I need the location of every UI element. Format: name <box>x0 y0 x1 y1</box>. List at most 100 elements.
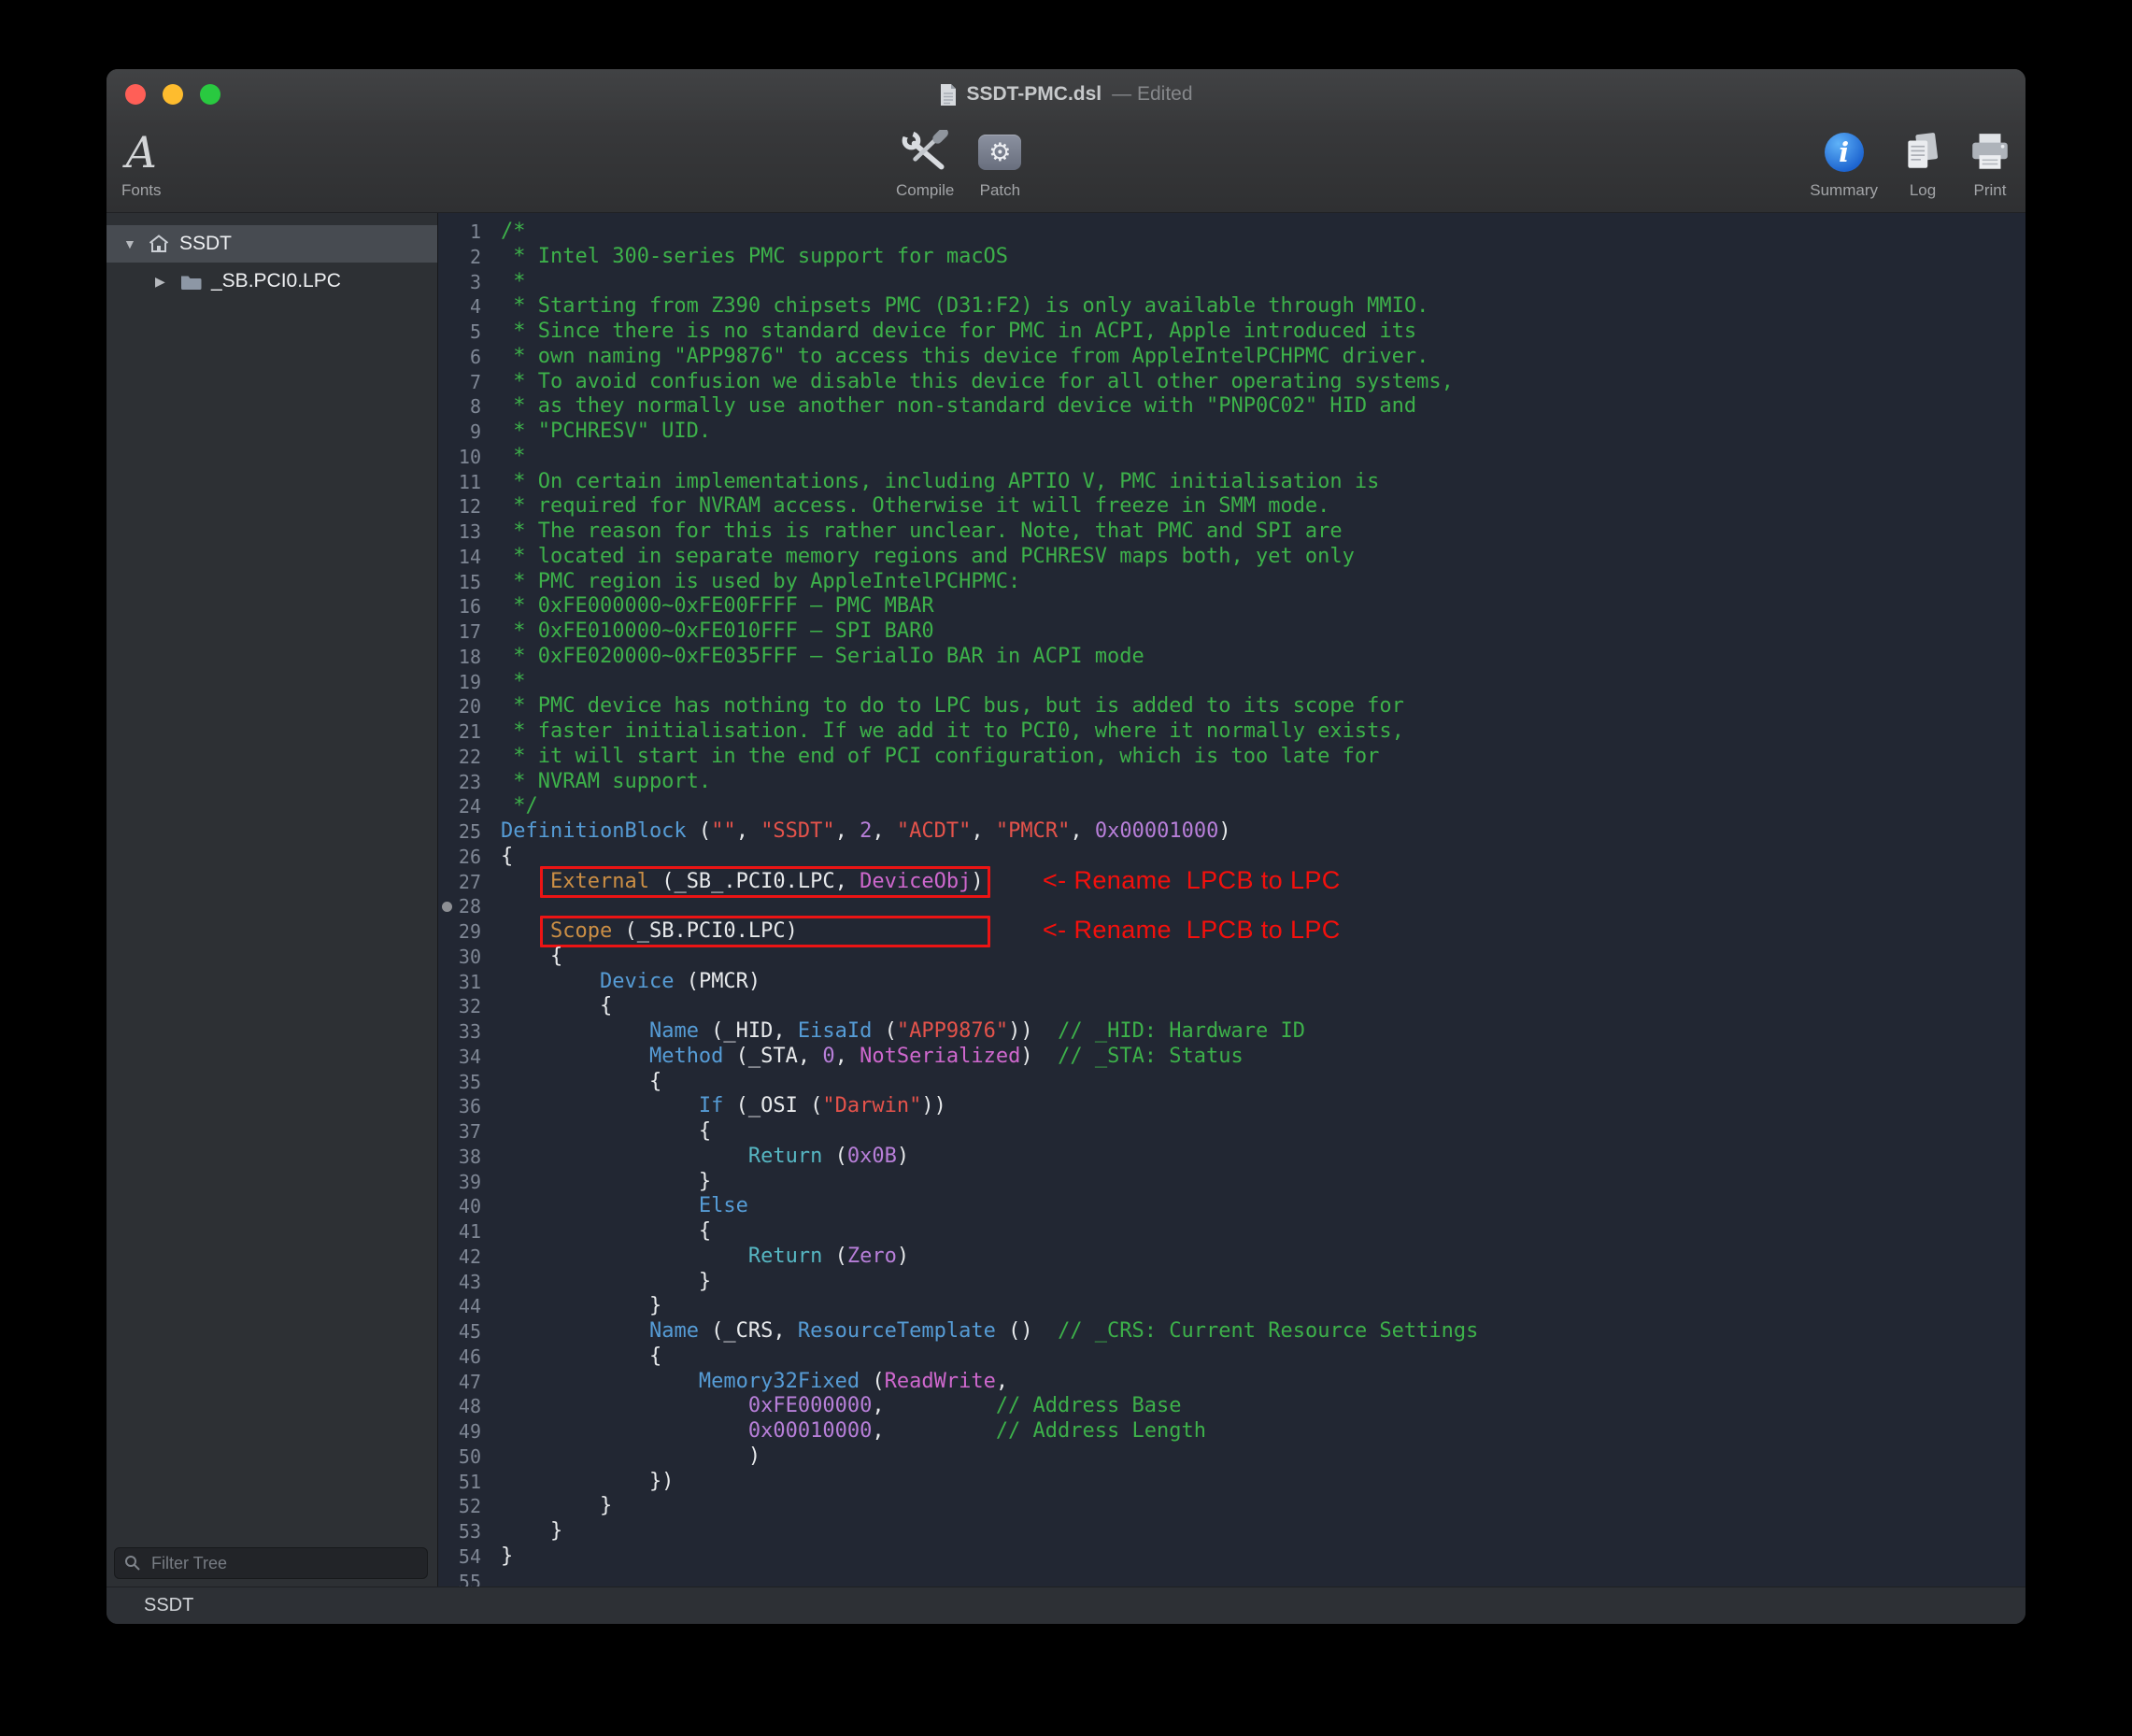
fonts-label: Fonts <box>121 181 162 200</box>
folder-icon <box>179 273 202 291</box>
filter-tree-input[interactable] <box>149 1553 418 1574</box>
code-editor[interactable]: 1/*2 * Intel 300-series PMC support for … <box>438 213 2025 1587</box>
line-number: 16 <box>438 594 481 619</box>
code-line[interactable]: 47 Memory32Fixed (ReadWrite, <box>438 1370 2025 1395</box>
code-line[interactable]: 35 { <box>438 1070 2025 1095</box>
code-line[interactable]: 54} <box>438 1544 2025 1570</box>
code-line[interactable]: 32 { <box>438 994 2025 1019</box>
line-number: 35 <box>438 1070 481 1095</box>
sidebar-item-ssdt[interactable]: ▼ SSDT <box>107 225 437 263</box>
code-line[interactable]: 36 If (_OSI ("Darwin")) <box>438 1094 2025 1119</box>
code-line[interactable]: 33 Name (_HID, EisaId ("APP9876")) // _H… <box>438 1019 2025 1045</box>
line-number: 25 <box>438 819 481 845</box>
print-button[interactable]: Print <box>1968 125 2012 200</box>
line-number: 42 <box>438 1245 481 1270</box>
sidebar-item-label: SSDT <box>179 233 232 255</box>
code-line[interactable]: 11 * On certain implementations, includi… <box>438 470 2025 495</box>
line-number: 2 <box>438 245 481 270</box>
code-line[interactable]: 17 * 0xFE010000~0xFE010FFF — SPI BAR0 <box>438 619 2025 645</box>
code-line[interactable]: 8 * as they normally use another non-sta… <box>438 394 2025 420</box>
code-line[interactable]: 24 */ <box>438 794 2025 819</box>
line-number: 30 <box>438 945 481 970</box>
line-number: 40 <box>438 1194 481 1219</box>
line-number: 32 <box>438 994 481 1019</box>
code-line[interactable]: 3 * <box>438 270 2025 295</box>
line-number: 20 <box>438 694 481 719</box>
code-line[interactable]: 2 * Intel 300-series PMC support for mac… <box>438 245 2025 270</box>
log-icon <box>1900 131 1945 174</box>
code-line[interactable]: 25DefinitionBlock ("", "SSDT", 2, "ACDT"… <box>438 819 2025 845</box>
code-line[interactable]: 39 } <box>438 1170 2025 1195</box>
highlight-rectangle <box>540 916 990 947</box>
fonts-icon: A <box>126 131 157 174</box>
code-line[interactable]: 40 Else <box>438 1194 2025 1219</box>
code-line[interactable]: 7 * To avoid confusion we disable this d… <box>438 370 2025 395</box>
code-line[interactable]: 20 * PMC device has nothing to do to LPC… <box>438 694 2025 719</box>
code-line[interactable]: 34 Method (_STA, 0, NotSerialized) // _S… <box>438 1045 2025 1070</box>
code-line[interactable]: 13 * The reason for this is rather uncle… <box>438 519 2025 545</box>
code-line[interactable]: 31 Device (PMCR) <box>438 970 2025 995</box>
window-title: SSDT-PMC.dsl <box>966 83 1102 106</box>
code-line[interactable]: 6 * own naming "APP9876" to access this … <box>438 345 2025 370</box>
line-number: 21 <box>438 719 481 745</box>
code-line[interactable]: 53 } <box>438 1519 2025 1544</box>
print-label: Print <box>1974 181 2007 200</box>
print-icon <box>1968 131 2012 174</box>
info-glyph: i <box>1839 139 1849 166</box>
line-number: 27 <box>438 870 481 895</box>
line-number: 17 <box>438 619 481 645</box>
line-number: 1 <box>438 220 481 245</box>
code-line[interactable]: 9 * "PCHRESV" UID. <box>438 420 2025 445</box>
fonts-button[interactable]: A Fonts <box>121 125 162 200</box>
code-line[interactable]: 52 } <box>438 1494 2025 1519</box>
code-line[interactable]: 23 * NVRAM support. <box>438 770 2025 795</box>
code-line[interactable]: 42 Return (Zero) <box>438 1245 2025 1270</box>
patch-icon: ⚙ <box>978 135 1021 170</box>
code-line[interactable]: 49 0x00010000, // Address Length <box>438 1419 2025 1444</box>
code-line[interactable]: 51 }) <box>438 1470 2025 1495</box>
line-number: 29 <box>438 919 481 945</box>
code-line[interactable]: 5 * Since there is no standard device fo… <box>438 320 2025 345</box>
code-line[interactable]: 16 * 0xFE000000~0xFE00FFFF — PMC MBAR <box>438 594 2025 619</box>
desktop-background: SSDT-PMC.dsl — Edited A Fonts <box>0 0 2132 1736</box>
code-line[interactable]: 14 * located in separate memory regions … <box>438 545 2025 570</box>
patch-label: Patch <box>980 181 1020 200</box>
code-line[interactable]: 45 Name (_CRS, ResourceTemplate () // _C… <box>438 1319 2025 1345</box>
line-number: 34 <box>438 1045 481 1070</box>
code-line[interactable]: 30 { <box>438 945 2025 970</box>
sidebar-item-sb-pci0-lpc[interactable]: ▶ _SB.PCI0.LPC <box>107 263 437 300</box>
disclosure-triangle-collapsed-icon[interactable]: ▶ <box>155 274 172 290</box>
code-line[interactable]: 41 { <box>438 1219 2025 1245</box>
code-line[interactable]: 19 * <box>438 670 2025 695</box>
code-line[interactable]: 46 { <box>438 1345 2025 1370</box>
code-line[interactable]: 10 * <box>438 445 2025 470</box>
patch-button[interactable]: ⚙ Patch <box>978 125 1021 200</box>
code-line[interactable]: 18 * 0xFE020000~0xFE035FFF — SerialIo BA… <box>438 645 2025 670</box>
window-title-edited: — Edited <box>1112 83 1192 106</box>
log-button[interactable]: Log <box>1900 125 1945 200</box>
line-number: 15 <box>438 570 481 595</box>
code-line[interactable]: 21 * faster initialisation. If we add it… <box>438 719 2025 745</box>
code-line[interactable]: 15 * PMC region is used by AppleIntelPCH… <box>438 570 2025 595</box>
code-line[interactable]: 55 <box>438 1570 2025 1587</box>
code-line[interactable]: 48 0xFE000000, // Address Base <box>438 1394 2025 1419</box>
code-line[interactable]: 27 External (_SB_.PCI0.LPC, DeviceObj)<-… <box>438 870 2025 895</box>
summary-label: Summary <box>1810 181 1878 200</box>
code-line[interactable]: 38 Return (0x0B) <box>438 1145 2025 1170</box>
summary-button[interactable]: i Summary <box>1810 125 1878 200</box>
highlight-rectangle <box>540 866 990 898</box>
code-line[interactable]: 50 ) <box>438 1444 2025 1470</box>
code-line[interactable]: 29 Scope (_SB.PCI0.LPC)<- Rename LPCB to… <box>438 919 2025 945</box>
code-line[interactable]: 37 { <box>438 1119 2025 1145</box>
line-number: 24 <box>438 794 481 819</box>
compile-button[interactable]: Compile <box>896 125 954 200</box>
code-line[interactable]: 43 } <box>438 1270 2025 1295</box>
code-line[interactable]: 1/* <box>438 220 2025 245</box>
code-line[interactable]: 12 * required for NVRAM access. Otherwis… <box>438 494 2025 519</box>
search-icon <box>124 1555 141 1572</box>
disclosure-triangle-expanded-icon[interactable]: ▼ <box>123 236 140 251</box>
code-line[interactable]: 22 * it will start in the end of PCI con… <box>438 745 2025 770</box>
code-line[interactable]: 44 } <box>438 1294 2025 1319</box>
code-line[interactable]: 4 * Starting from Z390 chipsets PMC (D31… <box>438 294 2025 320</box>
line-number: 55 <box>438 1570 481 1587</box>
